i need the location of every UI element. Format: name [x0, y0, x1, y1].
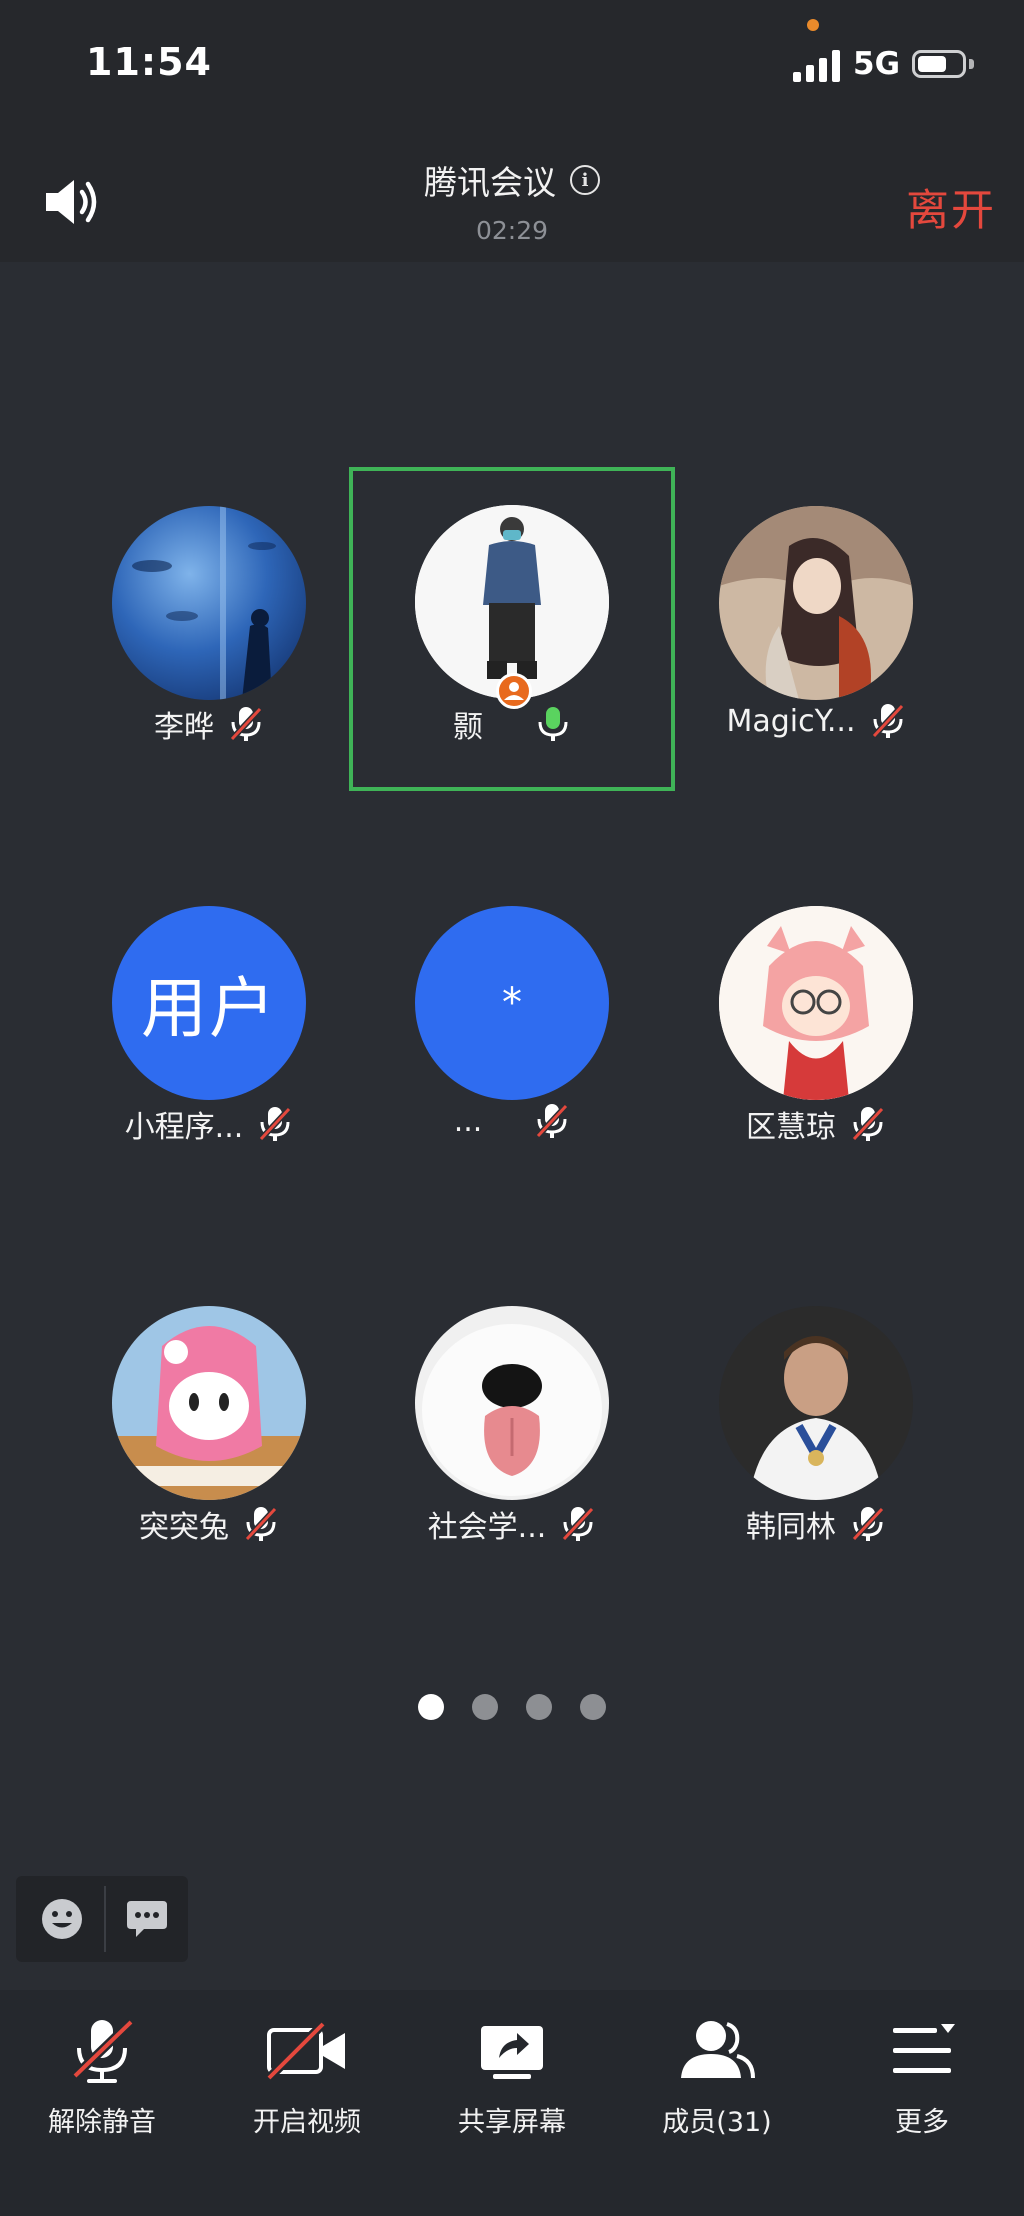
participant-name: 突突兔	[139, 1510, 229, 1545]
meeting-title[interactable]: 腾讯会议	[424, 156, 556, 204]
avatar: 用户	[112, 906, 306, 1100]
page-indicator[interactable]	[0, 1694, 1024, 1720]
share-screen-button[interactable]: 共享屏幕	[422, 2016, 602, 2139]
avatar	[112, 1306, 306, 1500]
avatar-initials: 用户	[141, 970, 277, 1047]
mic-muted-icon	[244, 1506, 278, 1542]
unmute-label: 解除静音	[48, 2107, 156, 2138]
mic-muted-icon	[562, 1506, 595, 1542]
mic-active-icon	[538, 707, 568, 741]
avatar	[112, 506, 306, 700]
battery-cap	[969, 59, 974, 69]
more-label: 更多	[895, 2107, 949, 2138]
status-bar: 11:54 5G	[0, 0, 1024, 110]
avatar	[719, 506, 913, 700]
avatar: *	[415, 906, 609, 1100]
participant-name-row: 小程序...	[59, 1102, 359, 1146]
meeting-timer: 02:29	[475, 216, 549, 245]
page-dot-2[interactable]	[472, 1694, 498, 1720]
emoji-icon[interactable]	[41, 1898, 83, 1940]
participant-name-row: 李晔	[59, 702, 359, 746]
members-button[interactable]: 成员(31)	[627, 2016, 807, 2139]
participant-name: MagicY...	[726, 703, 856, 739]
participant-name: 社会学...	[427, 1510, 547, 1545]
participant-name-row: ...	[362, 1102, 662, 1140]
meeting-title-row: 腾讯会议 i	[0, 156, 1024, 204]
mic-in-use-indicator	[807, 19, 819, 31]
quick-actions	[16, 1876, 188, 1962]
members-label: 成员(31)	[662, 2107, 772, 2138]
mic-muted-icon	[71, 2018, 135, 2083]
participant-name-row: 突突兔	[59, 1502, 359, 1546]
members-icon	[681, 2021, 755, 2079]
start-video-button[interactable]: 开启视频	[217, 2016, 397, 2139]
share-screen-icon	[481, 2026, 543, 2079]
participant-name-row: 社会学...	[362, 1502, 662, 1546]
participant-name: 李晔	[154, 710, 214, 745]
cellular-signal-icon	[793, 50, 840, 82]
mic-muted-icon	[851, 1106, 885, 1142]
more-menu-icon	[893, 2024, 955, 2073]
page-dot-3[interactable]	[526, 1694, 552, 1720]
video-off-icon	[265, 2020, 345, 2082]
mic-muted-icon	[536, 1103, 569, 1139]
participant-name: 区慧琼	[746, 1110, 836, 1145]
more-button[interactable]: 更多	[832, 2016, 1012, 2139]
participant-name-row: 区慧琼	[666, 1102, 966, 1146]
leave-button[interactable]: 离开	[906, 176, 996, 238]
meeting-toolbar: 解除静音 开启视频 共享屏幕 成员(31) 更多	[0, 1990, 1024, 2216]
network-type: 5G	[853, 46, 901, 82]
clock: 11:54	[86, 40, 212, 84]
participant-name-row: 颢	[362, 702, 662, 746]
divider	[104, 1886, 106, 1952]
avatar	[719, 1306, 913, 1500]
participant-name: 小程序...	[124, 1110, 244, 1145]
start-video-label: 开启视频	[253, 2107, 361, 2138]
battery-icon	[912, 50, 966, 78]
mic-muted-icon	[229, 706, 263, 742]
chat-icon[interactable]	[126, 1899, 168, 1939]
participant-name-row: 韩同林	[666, 1502, 966, 1546]
participant-name: 韩同林	[746, 1510, 836, 1545]
unmute-button[interactable]: 解除静音	[12, 2016, 192, 2139]
info-icon[interactable]: i	[570, 165, 600, 195]
avatar	[415, 505, 609, 699]
avatar-initials: *	[502, 980, 522, 1026]
meeting-header: 腾讯会议 i 02:29 离开	[0, 110, 1024, 262]
share-screen-label: 共享屏幕	[458, 2107, 566, 2138]
mic-muted-icon	[871, 703, 904, 739]
participant-name: ...	[453, 1103, 483, 1139]
participant-name: 颢	[453, 710, 483, 745]
page-dot-4[interactable]	[580, 1694, 606, 1720]
mic-muted-icon	[851, 1506, 885, 1542]
page-dot-1[interactable]	[418, 1694, 444, 1720]
participant-name-row: MagicY...	[666, 702, 966, 740]
avatar	[415, 1306, 609, 1500]
mic-muted-icon	[259, 1106, 292, 1142]
avatar	[719, 906, 913, 1100]
